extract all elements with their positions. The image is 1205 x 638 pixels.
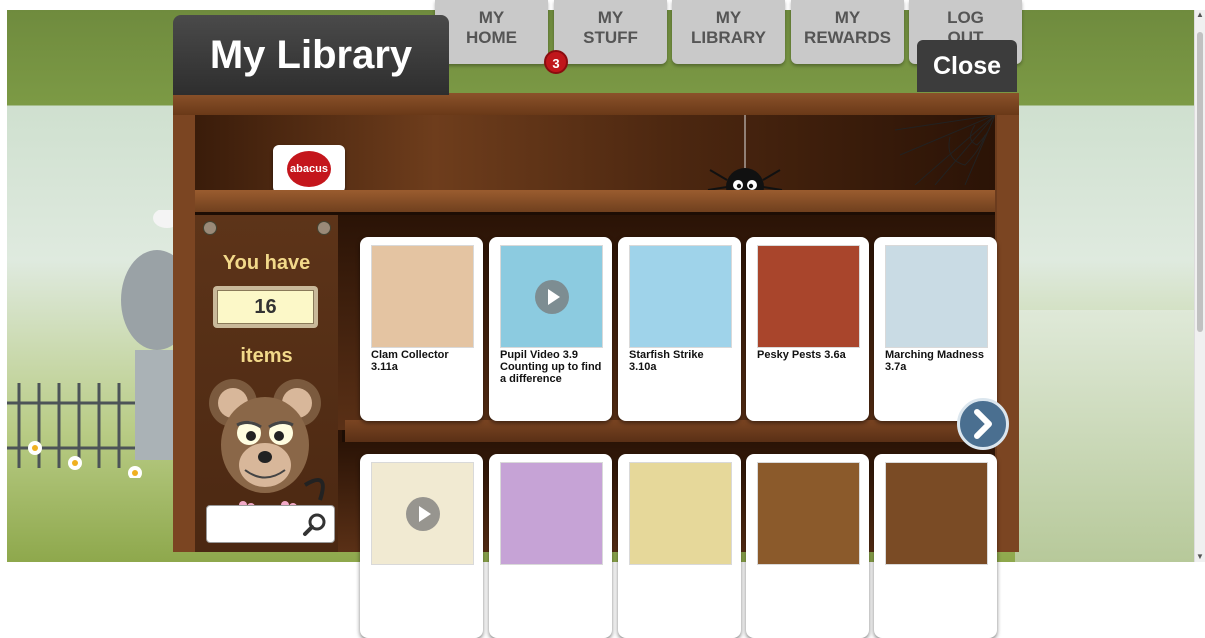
item-count-display: 16	[213, 286, 318, 328]
chevron-right-icon	[974, 409, 992, 439]
library-item-card[interactable]: Marching Madness 3.7a	[874, 237, 997, 421]
scroll-down-icon[interactable]: ▼	[1195, 552, 1205, 562]
mouse-mascot	[209, 379, 325, 510]
library-search-box[interactable]	[206, 505, 335, 543]
page-title: My Library	[173, 15, 449, 95]
count-prefix-label: You have	[222, 252, 311, 274]
item-thumbnail	[757, 462, 860, 565]
abacus-logo: abacus	[287, 151, 331, 187]
item-count-value: 16	[217, 290, 314, 324]
item-title: Pesky Pests 3.6a	[757, 349, 846, 361]
nav-tab-label-line1: MY	[834, 8, 861, 27]
item-thumbnail	[500, 245, 603, 348]
screw-icon	[317, 221, 331, 235]
library-item-card[interactable]: Clam Collector 3.11a	[360, 237, 483, 421]
nav-tab-label-line1: MY	[715, 8, 742, 27]
notification-badge: 3	[544, 50, 568, 74]
library-search-input[interactable]	[212, 512, 306, 538]
nav-tab-label-line2: HOME	[466, 28, 517, 47]
item-thumbnail	[371, 245, 474, 348]
item-thumbnail	[885, 462, 988, 565]
bookcase-top	[173, 93, 1019, 115]
shelf-plank	[195, 190, 995, 212]
nav-tab-label-line2: REWARDS	[804, 28, 891, 47]
play-icon	[406, 497, 440, 531]
scrollbar-thumb[interactable]	[1197, 32, 1203, 332]
screw-icon	[203, 221, 217, 235]
item-title: Clam Collector 3.11a	[371, 349, 449, 373]
nav-tab-label-line2: LIBRARY	[691, 28, 766, 47]
library-item-card[interactable]	[618, 454, 741, 638]
library-item-card[interactable]	[489, 454, 612, 638]
nav-tab-my-stuff[interactable]: MY STUFF	[554, 0, 667, 64]
library-item-card[interactable]: Pupil Video 3.9 Counting up to find a di…	[489, 237, 612, 421]
nav-tab-my-rewards[interactable]: MY REWARDS	[791, 0, 904, 64]
item-thumbnail	[885, 245, 988, 348]
library-item-card[interactable]: Starfish Strike 3.10a	[618, 237, 741, 421]
nav-tab-label-line1: LOG	[947, 8, 984, 27]
page-scrollbar[interactable]: ▲ ▼	[1194, 10, 1205, 562]
item-thumbnail	[371, 462, 474, 565]
library-item-card[interactable]	[746, 454, 869, 638]
search-icon[interactable]	[302, 511, 328, 537]
cobweb-decoration	[895, 115, 995, 185]
nav-tab-my-home[interactable]: MY HOME	[435, 0, 548, 64]
nav-tab-label-line1: MY	[597, 8, 624, 27]
next-page-button[interactable]	[957, 398, 1009, 450]
close-button[interactable]: Close	[917, 40, 1017, 92]
item-thumbnail	[629, 462, 732, 565]
item-thumbnail	[500, 462, 603, 565]
scroll-up-icon[interactable]: ▲	[1195, 10, 1205, 20]
background-hill	[1015, 310, 1195, 562]
item-title: Marching Madness 3.7a	[885, 349, 985, 373]
item-title: Pupil Video 3.9 Counting up to find a di…	[500, 349, 602, 385]
play-icon	[535, 280, 569, 314]
abacus-logo-tag: abacus	[273, 145, 345, 203]
library-item-card[interactable]	[360, 454, 483, 638]
library-item-card[interactable]	[874, 454, 997, 638]
item-thumbnail	[629, 245, 732, 348]
nav-tab-label-line1: MY	[478, 8, 505, 27]
shelf-board	[345, 420, 995, 442]
item-thumbnail	[757, 245, 860, 348]
nav-tab-my-library[interactable]: MY LIBRARY	[672, 0, 785, 64]
library-item-card[interactable]: Pesky Pests 3.6a	[746, 237, 869, 421]
count-suffix-label: items	[240, 345, 293, 367]
item-title: Starfish Strike 3.10a	[629, 349, 704, 373]
nav-tab-label-line2: STUFF	[583, 28, 638, 47]
